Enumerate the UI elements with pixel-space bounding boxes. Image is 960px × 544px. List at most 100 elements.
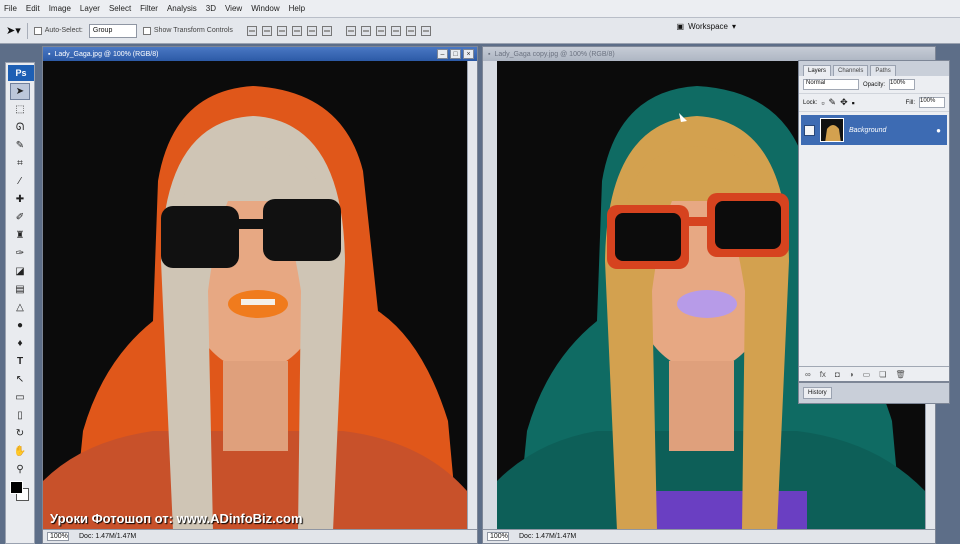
tab-channels[interactable]: Channels bbox=[833, 65, 869, 76]
align-vcenter-icon[interactable] bbox=[261, 25, 272, 36]
hand-tool-icon[interactable]: ✋ bbox=[10, 443, 30, 460]
eyedropper-tool-icon[interactable]: ⁄ bbox=[10, 173, 30, 190]
zoom-tool-icon[interactable]: ⚲ bbox=[10, 461, 30, 478]
align-left-icon[interactable] bbox=[291, 25, 302, 36]
image-canvas-original[interactable] bbox=[43, 61, 467, 531]
distribute-hcenter-icon[interactable] bbox=[405, 25, 416, 36]
type-tool-icon[interactable]: T bbox=[10, 353, 30, 370]
gradient-tool-icon[interactable]: ▤ bbox=[10, 281, 30, 298]
tab-layers[interactable]: Layers bbox=[803, 65, 832, 76]
3d-rotate-tool-icon[interactable]: ↻ bbox=[10, 425, 30, 442]
menu-select[interactable]: Select bbox=[109, 4, 131, 13]
eye-icon[interactable] bbox=[804, 124, 815, 136]
document-icon: ▪ bbox=[48, 50, 51, 58]
menu-filter[interactable]: Filter bbox=[140, 4, 158, 13]
pen-tool-icon[interactable]: ♦ bbox=[10, 335, 30, 352]
opacity-field[interactable]: 100% bbox=[889, 79, 916, 90]
layer-row-background[interactable]: Background ● bbox=[801, 115, 947, 145]
lock-all-icon[interactable]: ▪ bbox=[852, 98, 855, 108]
layer-mask-icon[interactable]: ◘ bbox=[835, 370, 840, 379]
move-tool-preset-icon[interactable]: ➤▾ bbox=[6, 24, 21, 37]
move-tool-icon[interactable]: ➤ bbox=[10, 83, 30, 100]
crop-tool-icon[interactable]: ⌗ bbox=[10, 155, 30, 172]
shape-tool-icon[interactable]: ▭ bbox=[10, 389, 30, 406]
close-icon[interactable]: × bbox=[463, 49, 474, 59]
camera-icon: ▣ bbox=[676, 22, 685, 31]
marquee-tool-icon[interactable]: ⬚ bbox=[10, 101, 30, 118]
menu-bar: File Edit Image Layer Select Filter Anal… bbox=[0, 0, 960, 18]
align-right-icon[interactable] bbox=[321, 25, 332, 36]
panel-footer: ∞ fx ◘ ◑ ▭ ❏ 🗑 bbox=[799, 366, 949, 381]
transform-controls-checkbox[interactable]: Show Transform Controls bbox=[142, 26, 233, 35]
eraser-tool-icon[interactable]: ◪ bbox=[10, 263, 30, 280]
tab-paths[interactable]: Paths bbox=[870, 65, 896, 76]
sunglasses-left-lens bbox=[161, 206, 239, 268]
menu-image[interactable]: Image bbox=[49, 4, 71, 13]
notes-tool-icon[interactable]: ▯ bbox=[10, 407, 30, 424]
link-layers-icon[interactable]: ∞ bbox=[805, 370, 811, 379]
menu-view[interactable]: View bbox=[225, 4, 242, 13]
lock-position-icon[interactable]: ✥ bbox=[840, 97, 848, 108]
blur-tool-icon[interactable]: △ bbox=[10, 299, 30, 316]
menu-help[interactable]: Help bbox=[289, 4, 305, 13]
lavender-lips bbox=[677, 290, 737, 318]
chevron-down-icon: ▾ bbox=[731, 22, 736, 31]
history-panel: History bbox=[798, 382, 950, 404]
distribute-top-icon[interactable] bbox=[345, 25, 356, 36]
checkbox-box[interactable] bbox=[142, 26, 151, 35]
lock-row: Lock: ▫ ✎ ✥ ▪ Fill: 100% bbox=[799, 94, 949, 112]
document-info[interactable]: Doc: 1.47M/1.47M bbox=[519, 533, 576, 540]
document-title-bar[interactable]: ▪ Lady_Gaga copy.jpg @ 100% (RGB/8) bbox=[483, 47, 935, 61]
sunglasses-right-lens bbox=[715, 201, 781, 249]
new-layer-icon[interactable]: ❏ bbox=[879, 370, 886, 379]
group-icon[interactable]: ▭ bbox=[863, 370, 871, 379]
blend-mode-select[interactable]: Normal bbox=[803, 79, 859, 90]
auto-select-dropdown[interactable]: Group bbox=[88, 23, 137, 38]
document-title-bar[interactable]: ▪ Lady_Gaga.jpg @ 100% (RGB/8) – □ × bbox=[43, 47, 477, 61]
foreground-color-swatch[interactable] bbox=[10, 481, 23, 494]
distribute-right-icon[interactable] bbox=[420, 25, 431, 36]
quick-select-tool-icon[interactable]: ✎ bbox=[10, 137, 30, 154]
document-info[interactable]: Doc: 1.47M/1.47M bbox=[79, 533, 136, 540]
lock-pixels-icon[interactable]: ✎ bbox=[829, 97, 837, 108]
fill-field[interactable]: 100% bbox=[919, 97, 945, 108]
lasso-tool-icon[interactable]: ᘏ bbox=[10, 119, 30, 136]
zoom-field[interactable]: 100% bbox=[487, 532, 509, 541]
auto-select-checkbox[interactable]: Auto-Select: bbox=[33, 26, 83, 35]
sunglasses-bridge bbox=[237, 219, 265, 229]
menu-file[interactable]: File bbox=[4, 4, 17, 13]
workspace-switcher[interactable]: ▣ Workspace ▾ bbox=[677, 22, 736, 31]
minimize-icon[interactable]: – bbox=[437, 49, 448, 59]
maximize-icon[interactable]: □ bbox=[450, 49, 461, 59]
menu-analysis[interactable]: Analysis bbox=[167, 4, 197, 13]
delete-layer-icon[interactable]: 🗑 bbox=[895, 370, 905, 379]
tab-history[interactable]: History bbox=[803, 387, 832, 399]
distribute-bottom-icon[interactable] bbox=[375, 25, 386, 36]
lock-transparent-icon[interactable]: ▫ bbox=[821, 98, 824, 108]
lock-icon: ● bbox=[936, 125, 941, 135]
path-select-tool-icon[interactable]: ↖ bbox=[10, 371, 30, 388]
brush-tool-icon[interactable]: ✐ bbox=[10, 209, 30, 226]
history-brush-tool-icon[interactable]: ✑ bbox=[10, 245, 30, 262]
toolbox: Ps ➤ ⬚ ᘏ ✎ ⌗ ⁄ ✚ ✐ ♜ ✑ ◪ ▤ △ ● ♦ T ↖ ▭ ▯… bbox=[5, 62, 35, 544]
checkbox-box[interactable] bbox=[33, 26, 42, 35]
menu-window[interactable]: Window bbox=[251, 4, 279, 13]
layer-style-icon[interactable]: fx bbox=[820, 370, 826, 379]
healing-tool-icon[interactable]: ✚ bbox=[10, 191, 30, 208]
distribute-buttons bbox=[345, 25, 431, 36]
dodge-tool-icon[interactable]: ● bbox=[10, 317, 30, 334]
menu-edit[interactable]: Edit bbox=[26, 4, 40, 13]
vertical-scrollbar[interactable] bbox=[467, 61, 477, 531]
document-window-original[interactable]: ▪ Lady_Gaga.jpg @ 100% (RGB/8) – □ × 100% … bbox=[42, 46, 478, 544]
align-top-icon[interactable] bbox=[246, 25, 257, 36]
distribute-vcenter-icon[interactable] bbox=[360, 25, 371, 36]
menu-3d[interactable]: 3D bbox=[206, 4, 216, 13]
align-hcenter-icon[interactable] bbox=[306, 25, 317, 36]
align-bottom-icon[interactable] bbox=[276, 25, 287, 36]
sunglasses-right-lens bbox=[263, 199, 341, 261]
adjustment-layer-icon[interactable]: ◑ bbox=[849, 370, 854, 379]
distribute-left-icon[interactable] bbox=[390, 25, 401, 36]
zoom-field[interactable]: 100% bbox=[47, 532, 69, 541]
clone-stamp-tool-icon[interactable]: ♜ bbox=[10, 227, 30, 244]
menu-layer[interactable]: Layer bbox=[80, 4, 100, 13]
